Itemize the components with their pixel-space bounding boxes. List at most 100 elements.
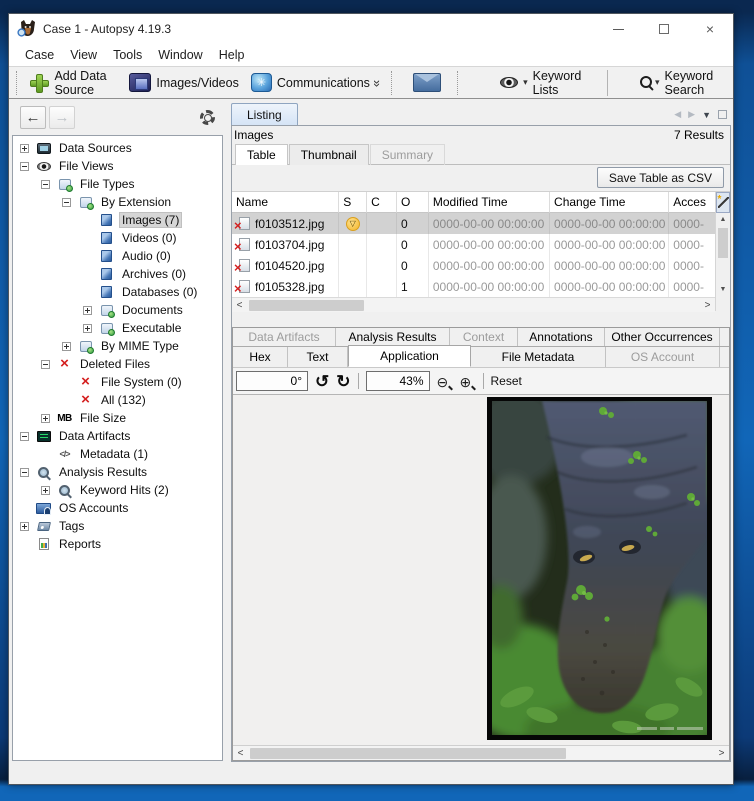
tree-item-os-accounts[interactable]: OS Accounts	[13, 499, 222, 517]
tree-item-file-types[interactable]: File Types	[13, 175, 222, 193]
communications-button[interactable]: Communications »	[245, 71, 386, 94]
menu-window[interactable]: Window	[150, 46, 210, 64]
column-settings-button[interactable]	[716, 192, 730, 213]
zoom-out-icon[interactable]: ⊖	[437, 374, 453, 389]
tree-item-archives[interactable]: Archives (0)	[13, 265, 222, 283]
expand-handle[interactable]	[41, 485, 50, 495]
collapse-handle[interactable]	[20, 467, 29, 477]
images-videos-button[interactable]: Images/Videos	[123, 71, 244, 94]
expand-handle[interactable]	[83, 323, 92, 333]
table-row[interactable]: f0103512.jpg 0 0000-00-00 00:00:00 0000-…	[232, 213, 715, 234]
tree-item-images[interactable]: Images (7)	[13, 211, 222, 229]
keyword-search-button[interactable]: ▾ Keyword Search	[634, 67, 731, 99]
tree-item-file-views[interactable]: File Views	[13, 157, 222, 175]
scroll-right-icon[interactable]: >	[714, 746, 729, 761]
scroll-left-icon[interactable]: <	[233, 746, 248, 761]
column-header-changed[interactable]: Change Time	[550, 192, 670, 213]
tab-annotations[interactable]: Annotations	[518, 328, 605, 346]
tree-item-by-mime-type[interactable]: By MIME Type	[13, 337, 222, 355]
collapse-handle[interactable]	[62, 197, 71, 207]
expand-handle[interactable]	[20, 521, 29, 531]
close-button[interactable]: ×	[687, 14, 733, 44]
tree-item-file-size[interactable]: MB File Size	[13, 409, 222, 427]
gear-icon[interactable]	[200, 109, 215, 125]
column-header-modified[interactable]: Modified Time	[428, 192, 551, 213]
maximize-panel-icon[interactable]	[718, 110, 727, 119]
reset-button[interactable]: Reset	[491, 374, 522, 388]
menu-case[interactable]: Case	[17, 46, 62, 64]
tree-item-metadata[interactable]: </> Metadata (1)	[13, 445, 222, 463]
add-data-source-button[interactable]: Add Data Source	[23, 67, 123, 99]
rotate-clockwise-icon[interactable]: ↻	[336, 373, 350, 390]
tree-item-data-artifacts[interactable]: Data Artifacts	[13, 427, 222, 445]
expand-handle[interactable]	[20, 143, 29, 153]
menu-view[interactable]: View	[62, 46, 105, 64]
scroll-up-icon[interactable]: ▲	[716, 213, 730, 226]
save-table-csv-button[interactable]: Save Table as CSV	[596, 167, 724, 188]
column-header-o[interactable]: O	[397, 192, 429, 213]
tree-item-executable[interactable]: Executable	[13, 319, 222, 337]
tree-item-file-system[interactable]: × File System (0)	[13, 373, 222, 391]
minimize-button[interactable]	[595, 14, 641, 44]
collapse-handle[interactable]	[20, 161, 29, 171]
image-viewer-canvas[interactable]	[233, 395, 729, 745]
forward-button[interactable]: →	[49, 105, 75, 129]
back-button[interactable]: ←	[20, 105, 46, 129]
tab-listing[interactable]: Listing	[231, 103, 298, 125]
keyword-lists-button[interactable]: ▾ Keyword Lists	[494, 67, 587, 99]
tree-item-analysis-results[interactable]: Analysis Results	[13, 463, 222, 481]
tab-analysis-results[interactable]: Analysis Results	[336, 328, 450, 346]
scroll-tabs-left-icon[interactable]: ◀	[674, 109, 681, 120]
rotate-counterclockwise-icon[interactable]: ↺	[315, 373, 329, 390]
scrollbar-thumb[interactable]	[249, 299, 364, 311]
menu-help[interactable]: Help	[211, 46, 253, 64]
scrollbar-thumb[interactable]	[718, 228, 728, 258]
table-row[interactable]: f0105328.jpg 1 0000-00-00 00:00:00 0000-…	[232, 276, 715, 297]
zoom-level-field[interactable]: 43%	[365, 371, 430, 391]
tab-table[interactable]: Table	[235, 144, 288, 165]
table-vertical-scrollbar[interactable]: ▲ ▼	[715, 192, 730, 311]
expand-handle[interactable]	[62, 341, 71, 351]
collapse-handle[interactable]	[41, 179, 50, 189]
panel-splitter[interactable]	[232, 311, 730, 327]
tree-item-videos[interactable]: Videos (0)	[13, 229, 222, 247]
tree-item-audio[interactable]: Audio (0)	[13, 247, 222, 265]
tree-item-keyword-hits[interactable]: Keyword Hits (2)	[13, 481, 222, 499]
tab-list-dropdown-icon[interactable]: ▼	[702, 110, 711, 120]
tree-item-data-sources[interactable]: Data Sources	[13, 139, 222, 157]
table-horizontal-scrollbar[interactable]: < >	[232, 297, 715, 312]
tree-item-all-deleted[interactable]: × All (132)	[13, 391, 222, 409]
tree-item-by-extension[interactable]: By Extension	[13, 193, 222, 211]
tab-application[interactable]: Application	[348, 345, 471, 367]
expand-handle[interactable]	[83, 305, 92, 315]
table-row[interactable]: f0104520.jpg 0 0000-00-00 00:00:00 0000-…	[232, 255, 715, 276]
column-header-c[interactable]: C	[367, 192, 397, 213]
tab-hex[interactable]: Hex	[233, 347, 288, 367]
menu-tools[interactable]: Tools	[105, 46, 150, 64]
table-toolbar: Save Table as CSV	[232, 165, 730, 191]
tree-item-deleted-files[interactable]: × Deleted Files	[13, 355, 222, 373]
scroll-tabs-right-icon[interactable]: ▶	[688, 109, 695, 120]
rotation-field[interactable]: 0°	[236, 371, 308, 391]
expand-handle[interactable]	[41, 413, 50, 423]
tab-file-metadata[interactable]: File Metadata	[471, 347, 606, 367]
column-header-s[interactable]: S	[339, 192, 368, 213]
tab-text[interactable]: Text	[288, 347, 348, 367]
tab-other-occurrences[interactable]: Other Occurrences	[605, 328, 720, 346]
zoom-in-icon[interactable]: ⊕	[460, 374, 476, 389]
scroll-down-icon[interactable]: ▼	[716, 283, 730, 296]
collapse-handle[interactable]	[20, 431, 29, 441]
email-button[interactable]	[407, 71, 447, 94]
tree-item-tags[interactable]: Tags	[13, 517, 222, 535]
tree-item-databases[interactable]: Databases (0)	[13, 283, 222, 301]
viewer-horizontal-scrollbar[interactable]: < >	[233, 745, 729, 760]
column-header-name[interactable]: Name	[232, 192, 340, 213]
tree-item-documents[interactable]: Documents	[13, 301, 222, 319]
column-header-accessed[interactable]: Acces	[669, 192, 715, 213]
maximize-button[interactable]	[641, 14, 687, 44]
collapse-handle[interactable]	[41, 359, 50, 369]
tree-item-reports[interactable]: Reports	[13, 535, 222, 553]
tab-thumbnail[interactable]: Thumbnail	[288, 144, 369, 165]
table-row[interactable]: f0103704.jpg 0 0000-00-00 00:00:00 0000-…	[232, 234, 715, 255]
scrollbar-thumb[interactable]	[250, 747, 566, 759]
